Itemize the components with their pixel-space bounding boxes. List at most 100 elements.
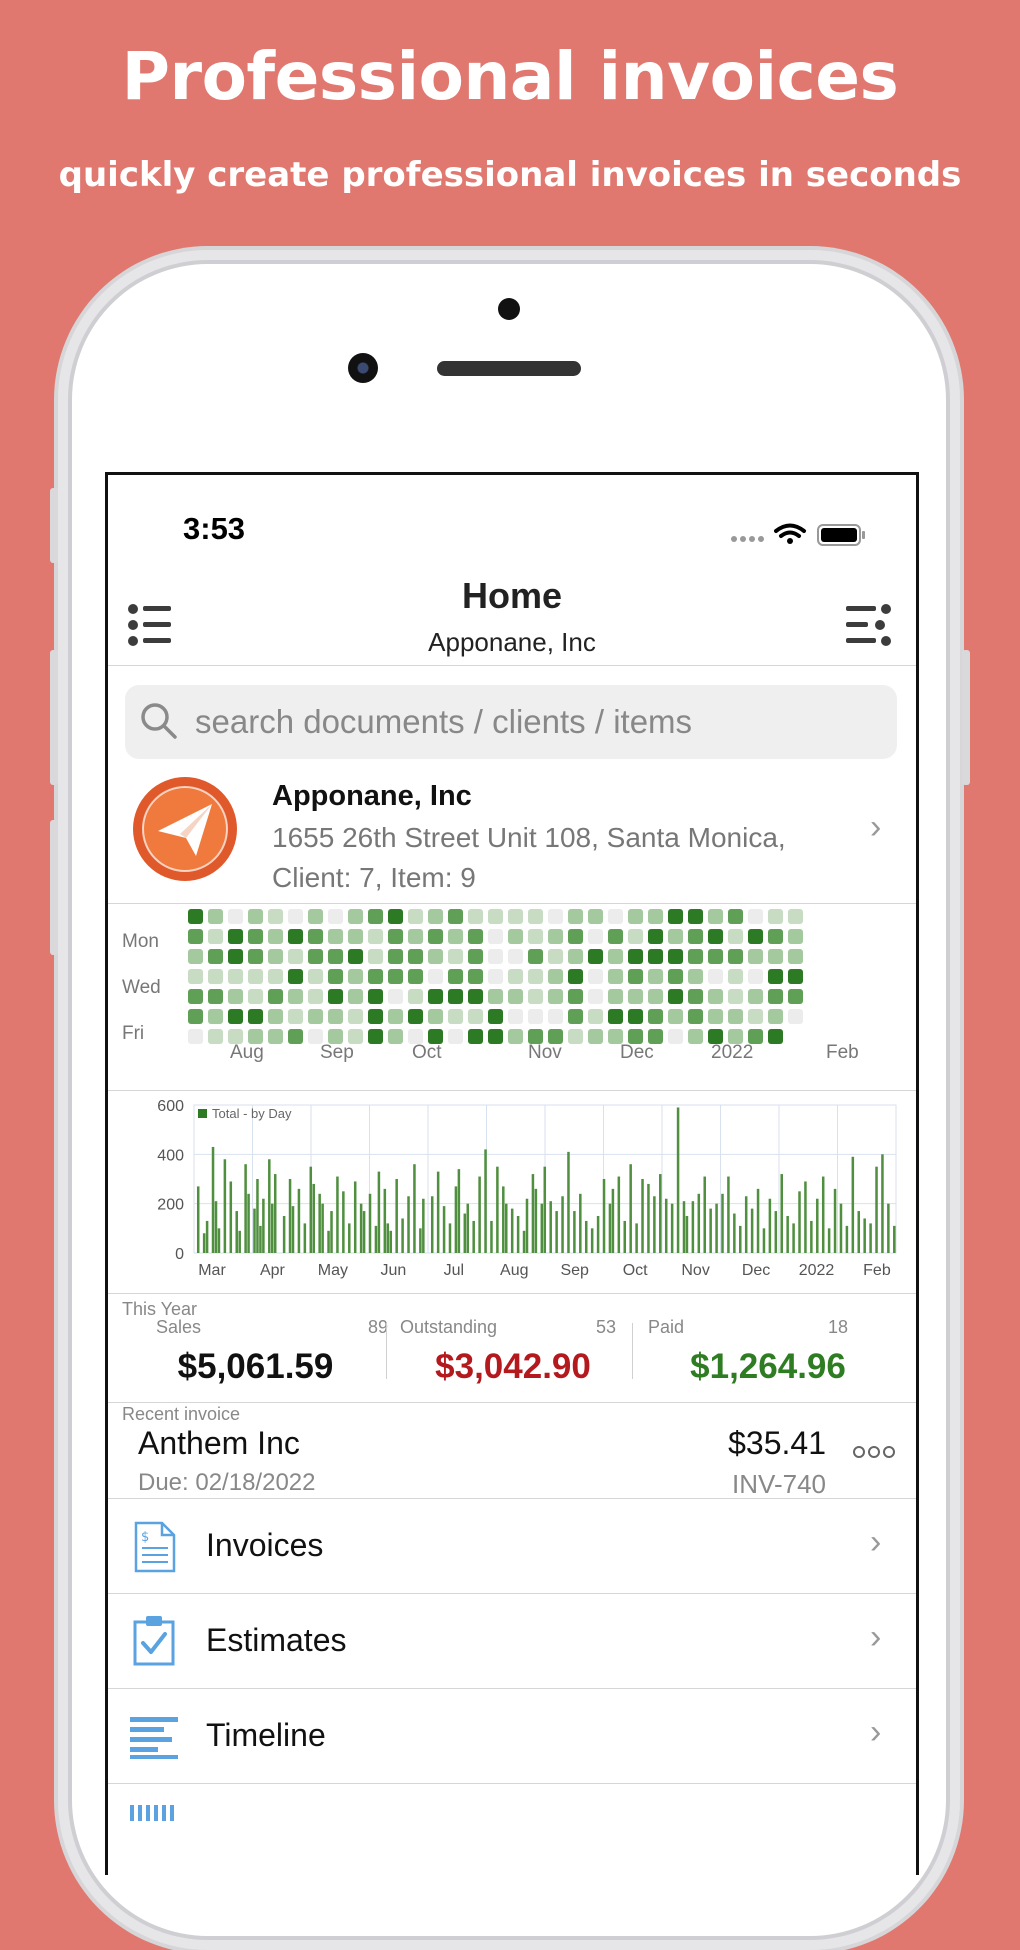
heatmap-cell [388,989,403,1004]
heatmap-cell [528,929,543,944]
chart-bar [256,1179,259,1253]
heatmap-cell [548,929,563,944]
chart-bar [573,1211,576,1253]
heatmap-cell [688,909,703,924]
heatmap-cell [468,949,483,964]
x-tick-label: May [318,1262,348,1279]
heatmap-cell [728,929,743,944]
heatmap-cell [308,989,323,1004]
wifi-icon [774,523,806,544]
heatmap-cell [768,1009,783,1024]
chart-bar [247,1193,250,1253]
chart-bar [623,1220,627,1253]
proximity-sensor [498,298,520,320]
heatmap-cell [368,949,383,964]
heatmap-cell [688,1009,703,1024]
heatmap-cell [388,1009,403,1024]
chart-bar [786,1216,789,1253]
menu-item-estimates[interactable]: Estimates › [108,1594,916,1688]
heatmap-month-label: Sep [320,1042,354,1063]
chart-bar [430,1196,434,1253]
heatmap-cell [568,1009,583,1024]
heatmap-cell [788,1009,803,1024]
chart-bar [531,1174,535,1253]
chart-bar [549,1201,552,1253]
heatmap-cell [468,929,483,944]
chart-bar [744,1196,748,1253]
chart-bar [336,1176,339,1253]
heatmap-cell [648,909,663,924]
heatmap-month-label: Dec [620,1042,654,1063]
search-placeholder: search documents / clients / items [195,703,693,740]
heatmap-cell [388,949,403,964]
paid-value[interactable]: $1,264.96 [638,1347,898,1387]
heatmap-cell [428,969,443,984]
heatmap-cell [628,929,643,944]
chart-bar [297,1188,301,1253]
company-name: Apponane, Inc [272,780,472,812]
chart-bar [348,1223,351,1253]
heatmap-cell [348,909,363,924]
menu-item-timeline[interactable]: Timeline › [108,1689,916,1783]
chart-bar [291,1206,295,1253]
chart-bar [383,1188,387,1253]
paid-label: Paid [648,1317,685,1337]
more-options-icon[interactable] [853,1445,897,1459]
options-list-icon[interactable] [846,603,892,647]
chart-bar [893,1225,896,1253]
heatmap-cell [588,989,603,1004]
heatmap-cell [468,1029,483,1044]
heatmap-cell [248,1009,263,1024]
heatmap-cell [608,909,623,924]
activity-heatmap: Mon Wed Fri Aug Sep Oct Nov Dec 2022 Feb [108,905,916,1065]
heatmap-cell [568,989,583,1004]
heatmap-cell [288,949,303,964]
heatmap-cell [208,989,223,1004]
outstanding-value[interactable]: $3,042.90 [388,1347,638,1387]
recent-invoice-number: INV-740 [732,1469,826,1499]
chart-bar [442,1206,446,1253]
heatmap-cell [388,929,403,944]
heatmap-cell [708,969,723,984]
chart-bar [510,1208,514,1253]
heatmap-cell [268,909,283,924]
heatmap-cell [328,969,343,984]
chart-bar [327,1230,330,1253]
heatmap-cell [588,1009,603,1024]
heatmap-cell [668,1029,683,1044]
company-row[interactable]: Apponane, Inc 1655 26th Street Unit 108,… [108,770,916,893]
heatmap-cell [608,1009,623,1024]
search-input[interactable]: search documents / clients / items [125,685,897,759]
heatmap-cell [288,969,303,984]
heatmap-cell [208,1009,223,1024]
menu-item-invoices[interactable]: $ Invoices › [108,1499,916,1593]
heatmap-cell [508,949,523,964]
heatmap-cell [708,1009,723,1024]
chart-bar [282,1216,286,1253]
heatmap-cell [688,969,703,984]
chart-bar [762,1228,766,1253]
heatmap-month-label: Aug [230,1042,264,1063]
heatmap-cell [748,949,763,964]
heatmap-cell [528,969,543,984]
chart-bar [217,1228,221,1253]
heatmap-cell [448,909,463,924]
heatmap-cell [188,909,203,924]
volume-down-button [50,820,58,955]
recent-invoice-row[interactable]: Anthem Inc Due: 02/18/2022 $35.41 INV-74… [108,1425,916,1499]
chart-bar [229,1181,233,1253]
chart-bar [821,1176,825,1253]
chart-bar [617,1176,621,1253]
y-tick-label: 200 [157,1197,184,1214]
heatmap-cell [728,969,743,984]
chart-bar [318,1193,321,1253]
heatmap-cell [768,949,783,964]
sales-value[interactable]: $5,061.59 [108,1347,403,1387]
chart-bar [353,1181,357,1253]
heatmap-cell [388,909,403,924]
chart-bar [629,1164,632,1253]
heatmap-cell [448,929,463,944]
heatmap-cell [608,949,623,964]
chart-bar [647,1183,650,1253]
chart-bar [448,1223,452,1253]
